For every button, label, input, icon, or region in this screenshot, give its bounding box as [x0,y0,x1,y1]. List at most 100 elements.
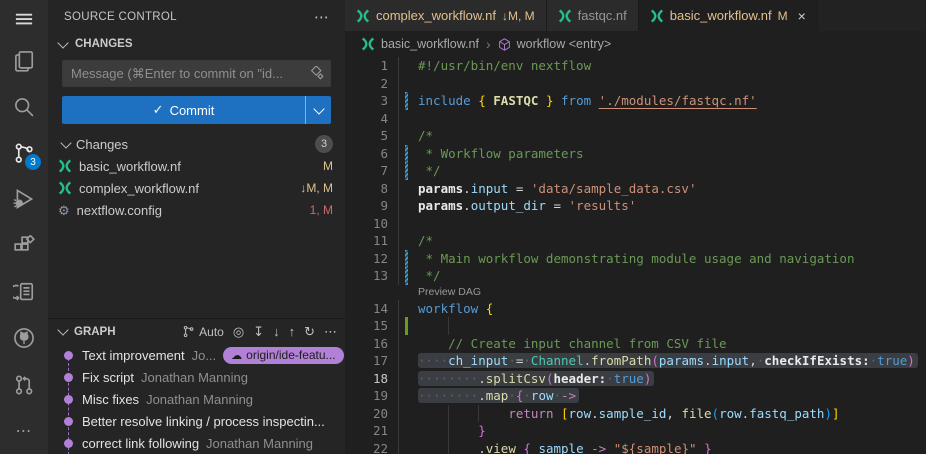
code-line-14[interactable]: 14workflow { [345,300,926,318]
copilot-sparkle-icon[interactable] [309,66,324,81]
changed-file-row[interactable]: basic_workflow.nfM [48,155,345,177]
symbol-module-icon [498,38,511,51]
code-line-13[interactable]: 13 */ [345,267,926,285]
code-text: * Main workflow demonstrating module usa… [418,250,926,268]
tab-basic_workflow.nf[interactable]: basic_workflow.nfM× [639,0,818,31]
more-icon[interactable]: ⋯ [0,408,48,454]
code-line-15[interactable]: 15 [345,317,926,335]
extensions-icon[interactable] [0,223,48,269]
line-number: 19 [345,387,398,405]
breadcrumb-symbol[interactable]: workflow <entry> [517,37,611,51]
commit-dropdown-button[interactable] [305,96,331,124]
commit-message-box [62,60,331,87]
source-control-icon[interactable]: 3 [0,130,48,176]
code-line-21[interactable]: 21 } [345,422,926,440]
commit-message-input[interactable] [62,60,331,87]
indent-guide [448,317,449,335]
line-number: 20 [345,405,398,423]
gutter [398,75,418,93]
code-line-8[interactable]: 8params.input = 'data/sample_data.csv' [345,180,926,198]
graph-refresh-icon[interactable]: ↻ [304,324,315,340]
pull-request-icon[interactable] [0,361,48,407]
gutter [398,162,418,180]
code-line-7[interactable]: 7 */ [345,162,926,180]
code-line-18[interactable]: 18········.splitCsv(header:·true) [345,370,926,388]
code-line-22[interactable]: 22 .view { sample -> "${sample}" } [345,440,926,454]
run-debug-icon[interactable] [0,176,48,222]
commit-author: Jonathan Manning [206,436,313,451]
changes-tree-header[interactable]: Changes 3 [48,133,345,155]
tab-fastqc.nf[interactable]: fastqc.nf [547,0,639,31]
commit-button[interactable]: ✓ Commit [62,102,305,118]
gutter [398,250,418,268]
commit-row[interactable]: correct link followingJonathan Manning [48,432,345,454]
graph-target-icon[interactable]: ◎ [233,324,244,340]
line-number: 21 [345,422,398,440]
code-line-6[interactable]: 6 * Workflow parameters [345,145,926,163]
breadcrumb[interactable]: basic_workflow.nf › workflow <entry> [345,31,926,57]
selection-highlight: ········.map·{·row·-> [418,388,579,403]
graph-push-icon[interactable]: ↑ [289,324,296,339]
remote-ref-badge[interactable]: ☁origin/ide-featu... [223,347,343,364]
menu-icon[interactable] [0,0,48,37]
changes-section-header[interactable]: CHANGES [48,33,345,55]
code-line-10[interactable]: 10 [345,215,926,233]
commit-row[interactable]: Text improvementJo...☁origin/ide-featu..… [48,344,345,366]
code-line-1[interactable]: 1#!/usr/bin/env nextflow [345,57,926,75]
source-control-badge: 3 [25,154,41,170]
code-text: ····ch_input·=·Channel.fromPath(params.i… [418,352,926,370]
code-line-12[interactable]: 12 * Main workflow demonstrating module … [345,250,926,268]
gutter [398,127,418,145]
search-icon[interactable] [0,84,48,130]
line-number: 18 [345,370,398,388]
tab-complex_workflow.nf[interactable]: complex_workflow.nf↓M, M [345,0,547,31]
graph-more-icon[interactable]: ⋯ [324,324,337,340]
line-number: 14 [345,300,398,318]
code-line-20[interactable]: 20 return [row.sample_id, file(row.fastq… [345,405,926,423]
code-text [418,110,926,128]
sidebar-more-icon[interactable]: ⋯ [314,8,329,26]
graph-section-label: GRAPH [74,326,116,338]
gutter [398,370,418,388]
code-line-16[interactable]: 16 // Create input channel from CSV file [345,335,926,353]
chevron-down-icon [60,137,71,148]
commit-row[interactable]: Misc fixesJonathan Manning [48,388,345,410]
editor-group: complex_workflow.nf↓M, Mfastqc.nfbasic_w… [345,0,926,454]
code-line-4[interactable]: 4 [345,110,926,128]
graph-section-header[interactable]: GRAPH Auto ◎ ↧ ↓ ↑ ↻ ⋯ [48,319,345,344]
graph-pull-icon[interactable]: ↓ [273,324,280,339]
code-text [418,75,926,93]
code-line-9[interactable]: 9params.output_dir = 'results' [345,197,926,215]
graph-section: GRAPH Auto ◎ ↧ ↓ ↑ ↻ ⋯ Text improvementJo...☁o… [48,318,345,454]
changes-count-badge: 3 [315,135,333,153]
commit-row[interactable]: Better resolve linking / process inspect… [48,410,345,432]
changed-file-row[interactable]: complex_workflow.nf↓M, M [48,177,345,199]
line-number: 7 [345,162,398,180]
gutter [398,440,418,454]
commit-dot [64,395,73,404]
code-line-19[interactable]: 19 ········.map·{·row·-> [345,387,926,405]
code-line-3[interactable]: 3include { FASTQC } from './modules/fast… [345,92,926,110]
code-line-11[interactable]: 11/* [345,232,926,250]
file-name: basic_workflow.nf [79,159,181,174]
code-line-5[interactable]: 5/* [345,127,926,145]
commit-button-group: ✓ Commit [62,96,331,124]
changed-file-row[interactable]: ⚙nextflow.config1, M [48,199,345,221]
explorer-icon[interactable] [0,37,48,83]
codelens-preview-dag[interactable]: Preview DAG [418,285,926,300]
breadcrumb-file[interactable]: basic_workflow.nf [381,37,479,51]
graph-fetch-icon[interactable]: ↧ [253,324,264,340]
commit-message: Text improvement [82,348,185,363]
code-line-2[interactable]: 2 [345,75,926,93]
changes-tree-label: Changes [76,137,128,152]
close-icon[interactable]: × [798,8,806,24]
code-text: /* [418,127,926,145]
code-line-17[interactable]: 17····ch_input·=·Channel.fromPath(params… [345,352,926,370]
tab-label: basic_workflow.nf [670,8,772,23]
indent-guide [448,440,449,454]
pipeline-icon[interactable] [0,269,48,315]
graph-repo-auto-button[interactable]: Auto [182,325,224,339]
commit-row[interactable]: Fix scriptJonathan Manning [48,366,345,388]
code-editor[interactable]: 1#!/usr/bin/env nextflow23include { FAST… [345,57,926,454]
github-icon[interactable] [0,315,48,361]
